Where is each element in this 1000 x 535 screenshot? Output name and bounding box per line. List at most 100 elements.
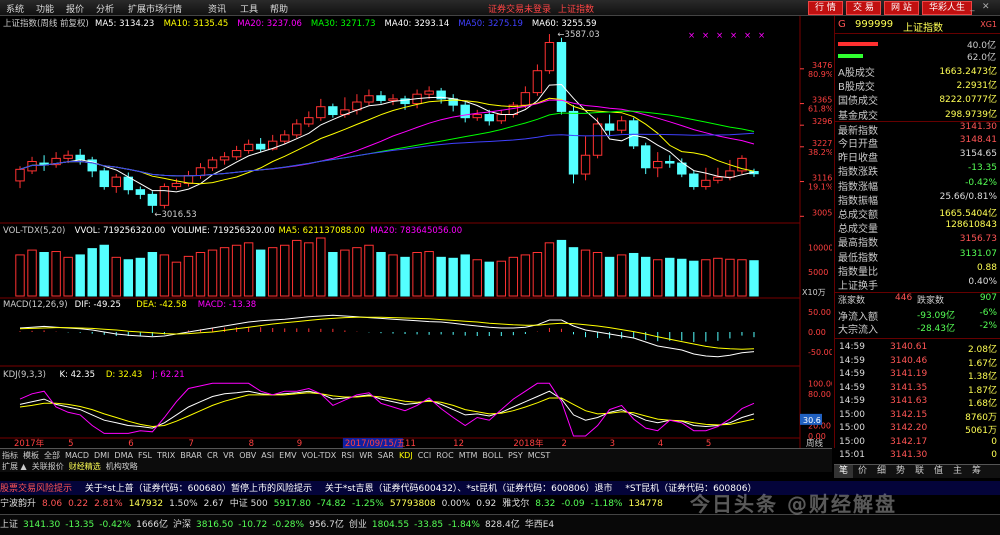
candle bbox=[255, 143, 266, 150]
quote-ticker-item: 57793808 bbox=[389, 499, 436, 509]
extension-tab[interactable]: 关联报价 bbox=[30, 461, 66, 472]
volume-bar bbox=[725, 258, 735, 297]
close-icon[interactable]: ✕ bbox=[982, 2, 990, 12]
indicator-tab[interactable]: RSI bbox=[339, 451, 356, 460]
indicator-tab[interactable]: MACD bbox=[63, 451, 91, 460]
volume-bar bbox=[460, 254, 470, 297]
status-value[interactable]: 华西E4 bbox=[525, 520, 554, 530]
fib-pct-label: 38.2% bbox=[808, 148, 832, 157]
menu-analysis[interactable]: 分析 bbox=[96, 2, 114, 15]
indicator-tab[interactable]: FSL bbox=[136, 451, 154, 460]
panel-tab[interactable]: 联 bbox=[910, 465, 929, 478]
indicator-tab[interactable]: DMI bbox=[92, 451, 111, 460]
menu-info[interactable]: 资讯 bbox=[208, 2, 226, 15]
indicator-tab[interactable]: CCI bbox=[416, 451, 434, 460]
trade-button[interactable]: 交 易 bbox=[846, 1, 881, 15]
ma-label: MA10: 3135.45 bbox=[164, 19, 229, 29]
stat-label: 基金成交 bbox=[838, 110, 878, 122]
tick-time: 15:01 bbox=[839, 450, 865, 460]
quote-ticker-item: 8.32 bbox=[535, 499, 556, 509]
quote-ticker-item: -1.25% bbox=[351, 499, 384, 509]
candle bbox=[231, 150, 242, 158]
tick-volume: 1.67亿 bbox=[967, 358, 997, 369]
indicator-tab[interactable]: OBV bbox=[237, 451, 258, 460]
indicator-tab[interactable]: CR bbox=[205, 451, 220, 460]
candle bbox=[328, 106, 338, 116]
indicator-tab[interactable]: VR bbox=[221, 451, 236, 460]
tick-time: 15:00 bbox=[839, 423, 865, 433]
website-button[interactable]: 网 站 bbox=[884, 1, 919, 15]
volume-bar bbox=[412, 252, 422, 297]
stat-row: 指数涨幅 -0.42% bbox=[835, 177, 1000, 193]
login-notice[interactable]: 证券交易未登录 bbox=[488, 2, 551, 15]
extension-tab[interactable]: 机构攻略 bbox=[104, 461, 140, 472]
volume-tick-label: 10000 bbox=[808, 244, 832, 253]
panel-tab[interactable]: 势 bbox=[891, 465, 910, 478]
stat-value: 3131.07 bbox=[959, 248, 997, 259]
tick-price: 3141.63 bbox=[890, 396, 928, 406]
status-value: 1666亿 bbox=[136, 520, 168, 530]
indicator-tab[interactable]: SAR bbox=[376, 451, 396, 460]
menu-help[interactable]: 帮助 bbox=[270, 2, 288, 15]
indicator-tab[interactable]: DMA bbox=[112, 451, 135, 460]
price-tick-label: 3476 bbox=[812, 61, 832, 70]
kdj-header-label: K: 42.35 bbox=[60, 370, 95, 380]
quote-ticker-item: 8.06 bbox=[42, 499, 63, 509]
indicator-tab[interactable]: BOLL bbox=[480, 451, 505, 460]
stat-value: -0.42% bbox=[965, 177, 997, 188]
panel-tab[interactable]: 筹 bbox=[967, 465, 986, 478]
panel-tab-bar: 笔价细势联值主筹 bbox=[834, 464, 1000, 478]
x-axis-label: 11 bbox=[405, 439, 416, 448]
indicator-tab[interactable]: PSY bbox=[506, 451, 525, 460]
indicator-tab[interactable]: MTM bbox=[457, 451, 480, 460]
status-value: 3141.30 bbox=[23, 520, 61, 530]
stat-value: 8222.0777亿 bbox=[939, 95, 997, 106]
candle bbox=[171, 182, 182, 188]
menu-tools[interactable]: 工具 bbox=[240, 2, 258, 15]
menu-extended-market[interactable]: 扩展市场行情 bbox=[128, 2, 182, 15]
menu-function[interactable]: 功能 bbox=[36, 2, 54, 15]
x-axis-label: 3 bbox=[610, 439, 615, 448]
stat-label: 最低指数 bbox=[838, 252, 878, 264]
tick-row: 14:59 3140.61 2.08亿 bbox=[835, 342, 1000, 355]
tick-time: 14:59 bbox=[839, 396, 865, 406]
indicator-tab[interactable]: ASI bbox=[259, 451, 276, 460]
tick-row: 15:00 3142.20 5061万 bbox=[835, 423, 1000, 436]
volume-bar bbox=[123, 259, 134, 297]
news-item[interactable]: 关于*st吉恩（证券代码600432）、*st昆机（证券代码：600806）退市 bbox=[325, 484, 613, 494]
indicator-tab[interactable]: EMV bbox=[277, 451, 298, 460]
indicator-tab[interactable]: VOL-TDX bbox=[300, 451, 339, 460]
kline-chart[interactable]: 上证指数(周线 前复权) MA5: 3134.23 MA10: 3135.45 MA2… bbox=[0, 16, 832, 448]
panel-tab[interactable]: 笔 bbox=[834, 465, 853, 478]
indicator-tab[interactable]: BRAR bbox=[178, 451, 204, 460]
macd-tick-label: -50.00 bbox=[808, 348, 832, 357]
indicator-tab[interactable]: WR bbox=[357, 451, 374, 460]
panel-tab[interactable]: 主 bbox=[948, 465, 967, 478]
minimize-icon[interactable]: _ bbox=[970, 2, 975, 12]
indicator-tab[interactable]: KDJ bbox=[397, 451, 415, 460]
volume-bar bbox=[243, 242, 254, 297]
indicator-tab[interactable]: ROC bbox=[434, 451, 455, 460]
indicator-tab[interactable]: MCST bbox=[526, 451, 552, 460]
huacai-button[interactable]: 华彩人生 bbox=[922, 1, 973, 15]
extension-tab[interactable]: 扩展 ▲ bbox=[0, 461, 29, 472]
indicator-tab[interactable]: 模板 bbox=[21, 450, 41, 461]
index-flag-icon: G bbox=[838, 19, 846, 30]
panel-tab[interactable]: 细 bbox=[872, 465, 891, 478]
panel-tab[interactable]: 值 bbox=[929, 465, 948, 478]
indicator-tab[interactable]: 指标 bbox=[0, 450, 20, 461]
candle bbox=[364, 95, 374, 103]
window-index-name: 上证指数 bbox=[558, 5, 595, 15]
panel-tab[interactable]: 价 bbox=[853, 465, 872, 478]
period-label[interactable]: 周线 bbox=[806, 438, 824, 448]
quote-button[interactable]: 行 情 bbox=[808, 1, 843, 15]
indicator-tab[interactable]: 全部 bbox=[42, 450, 62, 461]
signal-mark-icon: × bbox=[716, 31, 723, 41]
menu-system[interactable]: 系统 bbox=[6, 2, 24, 15]
news-item[interactable]: 股票交易风险提示 bbox=[0, 484, 72, 494]
volume-header-label: VOL-TDX(5,20) bbox=[3, 226, 65, 236]
news-item[interactable]: 关于*st上普（证券代码：600680）暂停上市的风险提示 bbox=[85, 484, 312, 494]
indicator-tab[interactable]: TRIX bbox=[155, 451, 177, 460]
extension-tab[interactable]: 财经精选 bbox=[67, 461, 103, 472]
menu-quote[interactable]: 报价 bbox=[66, 2, 84, 15]
